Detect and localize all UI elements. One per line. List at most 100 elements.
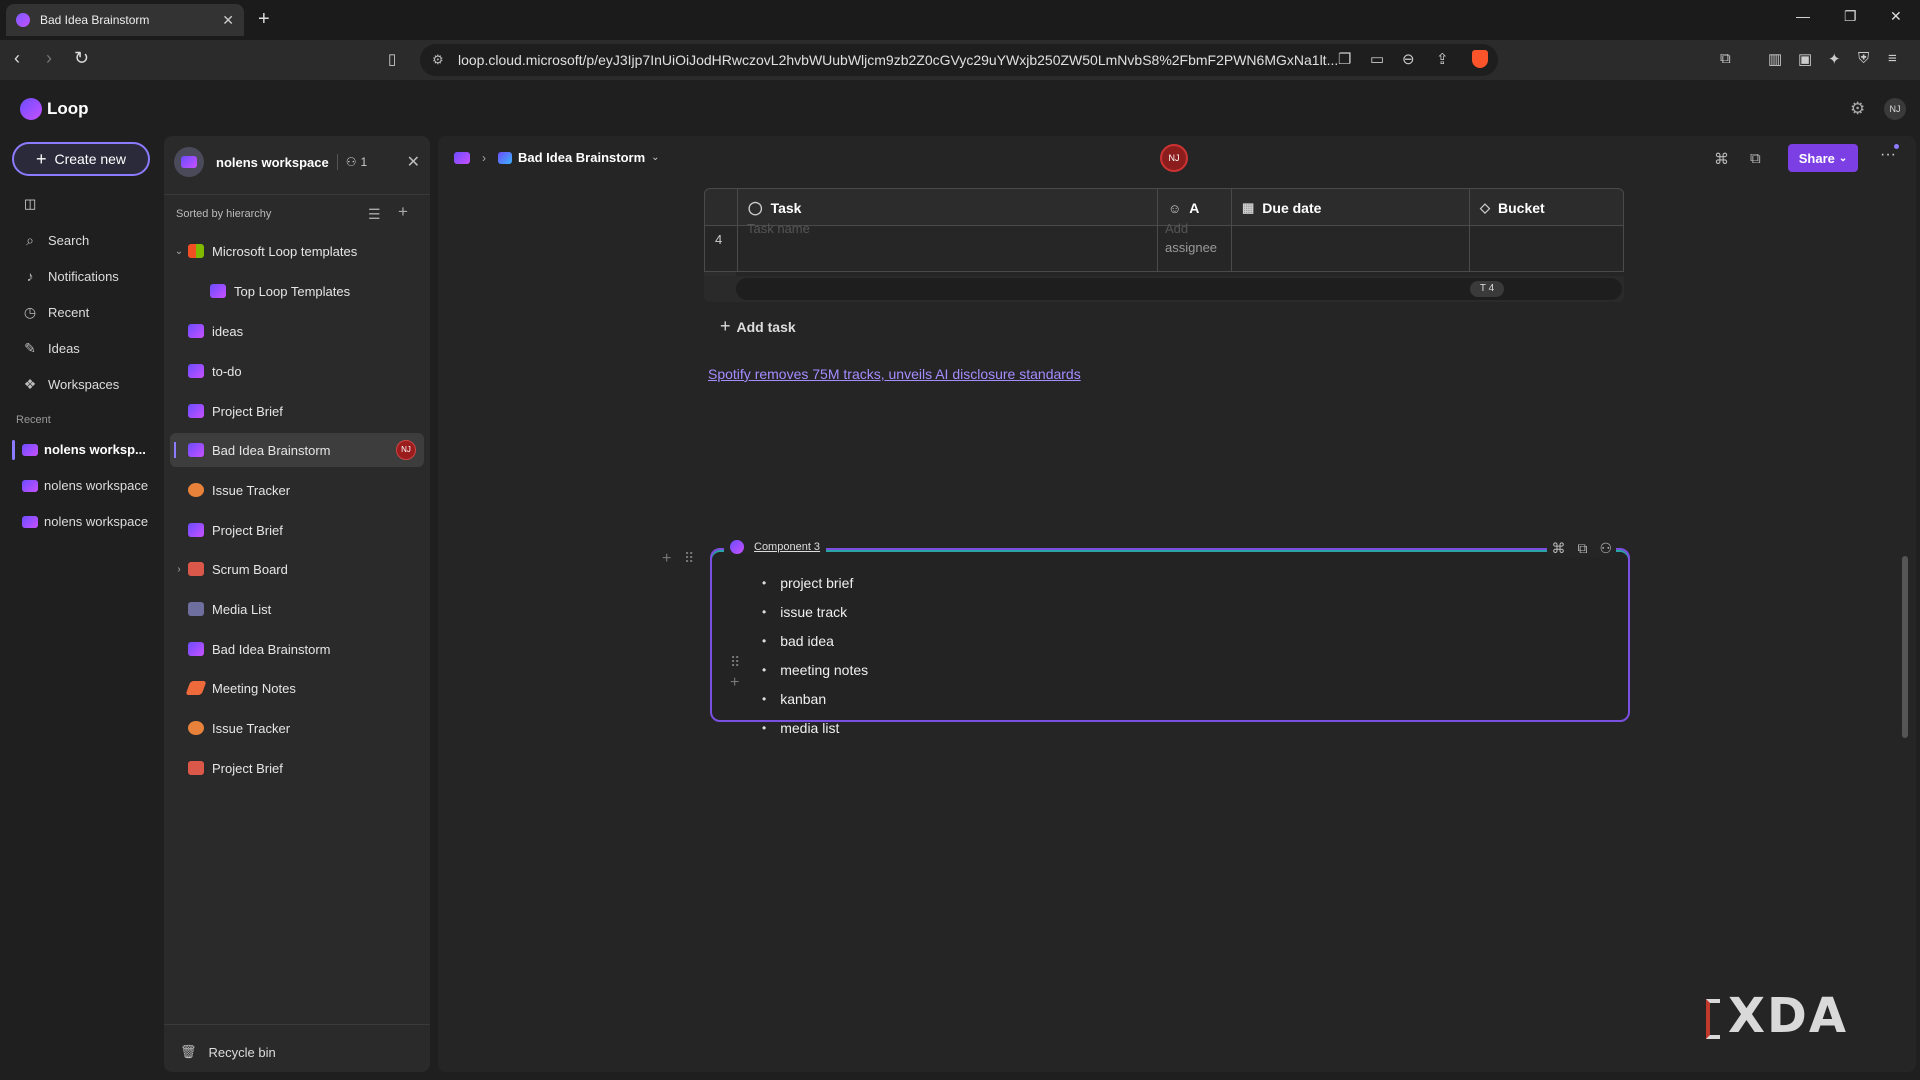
restore-icon[interactable]: ❐ <box>1844 8 1857 25</box>
create-new-button[interactable]: + Create new <box>12 142 150 176</box>
component-title[interactable]: Component 3 <box>724 540 827 554</box>
settings-gear-icon[interactable]: ⚙ <box>1850 99 1865 119</box>
collaborator-avatar[interactable]: NJ <box>1160 144 1188 172</box>
column-header-due-date[interactable]: ▦ Due date <box>1231 189 1469 227</box>
column-header-bucket[interactable]: ◇ Bucket <box>1469 189 1623 227</box>
zoom-icon[interactable]: ⊖ <box>1402 50 1415 68</box>
copy-link-icon[interactable]: ⧉ <box>1750 150 1761 167</box>
close-tab-icon[interactable]: ✕ <box>222 12 234 29</box>
workspace-name[interactable]: nolens workspace <box>216 155 329 170</box>
drag-handle-icon[interactable]: ⠿ <box>730 654 740 671</box>
list-item[interactable]: media list <box>762 713 868 742</box>
cast-icon[interactable]: ▭ <box>1370 50 1384 68</box>
chevron-down-icon[interactable]: ⌄ <box>170 246 188 257</box>
site-info-icon[interactable]: ⚙ <box>432 52 444 68</box>
recent-item[interactable]: nolens workspace <box>22 514 148 529</box>
forward-icon[interactable]: › <box>46 48 52 69</box>
user-avatar[interactable]: NJ <box>1884 98 1906 120</box>
close-window-icon[interactable]: ✕ <box>1890 8 1902 25</box>
tree-item[interactable]: Project Brief <box>170 394 424 428</box>
share-component-icon[interactable]: ⚇ <box>1599 540 1612 557</box>
app-name[interactable]: Loop <box>47 99 89 119</box>
share-page-icon[interactable]: ⇪ <box>1436 50 1449 68</box>
tree-item[interactable]: ⌄ Microsoft Loop templates <box>170 234 424 268</box>
add-block-icon[interactable]: + <box>662 550 671 568</box>
tree-item[interactable]: ideas <box>170 314 424 348</box>
browser-tab[interactable]: Bad Idea Brainstorm ✕ <box>6 4 244 36</box>
chevron-right-icon[interactable]: › <box>170 564 188 575</box>
assignee-add[interactable]: Add <box>1165 221 1188 236</box>
list-item[interactable]: issue track <box>762 597 868 626</box>
list-item[interactable]: meeting notes <box>762 655 868 684</box>
drag-handle-icon[interactable]: ⠿ <box>684 550 694 567</box>
tree-item[interactable]: Meeting Notes <box>170 671 424 705</box>
add-block-icon[interactable]: + <box>730 674 739 692</box>
more-options-icon[interactable]: ··· <box>1880 146 1896 164</box>
nav-item-workspaces[interactable]: ❖ Workspaces <box>22 376 120 393</box>
wallet-icon[interactable]: ▣ <box>1798 50 1812 68</box>
issue-tracker-icon <box>188 483 204 497</box>
recycle-bin-button[interactable]: 🗑 Recycle bin <box>180 1044 276 1060</box>
collapse-sidebar-icon[interactable]: ◫ <box>24 196 36 212</box>
vpn-icon[interactable]: ⛨ <box>1858 50 1869 67</box>
tree-item[interactable]: Top Loop Templates <box>192 274 424 308</box>
nav-item-notifications[interactable]: ♪ Notifications <box>22 268 119 284</box>
tree-item[interactable]: Media List <box>170 592 424 626</box>
list-item[interactable]: project brief <box>762 568 868 597</box>
column-divider <box>1157 226 1158 272</box>
task-name-placeholder[interactable]: Task name <box>747 221 810 236</box>
new-tab-button[interactable]: + <box>258 8 270 31</box>
tree-item-selected[interactable]: Bad Idea Brainstorm NJ <box>170 433 424 467</box>
tree-item[interactable]: to-do <box>170 354 424 388</box>
copy-component-icon[interactable]: ⧉ <box>1577 540 1587 557</box>
tree-item[interactable]: Project Brief <box>170 513 424 547</box>
article-link[interactable]: Spotify removes 75M tracks, unveils AI d… <box>708 366 1081 382</box>
scrollbar[interactable] <box>1902 556 1908 738</box>
tree-item[interactable]: Bad Idea Brainstorm <box>170 632 424 666</box>
workspace-icon[interactable] <box>454 151 470 164</box>
assignee-placeholder[interactable]: assignee <box>1165 240 1217 255</box>
nav-item-search[interactable]: ⌕ Search <box>22 232 89 249</box>
components-icon[interactable]: ⌘ <box>1714 150 1729 168</box>
page-title[interactable]: Bad Idea Brainstorm <box>518 150 645 165</box>
recent-item[interactable]: nolens workspace <box>22 478 148 493</box>
minimize-icon[interactable]: — <box>1796 8 1810 24</box>
close-panel-icon[interactable]: ✕ <box>407 152 420 172</box>
recent-item[interactable]: nolens worksp... <box>22 442 146 457</box>
sidebar-icon[interactable]: ▥ <box>1768 50 1782 68</box>
tree-item[interactable]: Project Brief <box>170 751 424 785</box>
brave-shield-icon[interactable] <box>1472 50 1488 68</box>
bell-icon: ♪ <box>26 268 34 284</box>
components-icon[interactable]: ⌘ <box>1551 540 1565 557</box>
address-bar[interactable]: ⚙ loop.cloud.microsoft/p/eyJ3Ijp7InUiOiJ… <box>420 44 1498 76</box>
nav-label: Recent <box>48 305 90 320</box>
add-page-icon[interactable]: + <box>398 202 408 222</box>
leo-ai-icon[interactable]: ✦ <box>1828 50 1841 68</box>
share-button[interactable]: Share ⌄ <box>1788 144 1858 172</box>
bookmark-icon[interactable]: ▯ <box>388 50 396 68</box>
chevron-down-icon[interactable]: ⌄ <box>651 152 659 163</box>
add-task-button[interactable]: + Add task <box>720 316 796 337</box>
filter-icon[interactable]: ☰ <box>368 206 381 223</box>
menu-icon[interactable]: ≡ <box>1888 50 1897 67</box>
copy-icon[interactable]: ❐ <box>1338 50 1351 68</box>
back-icon[interactable]: ‹ <box>14 48 20 69</box>
screenshot-icon[interactable]: ⧉ <box>1720 50 1731 67</box>
tree-item[interactable]: › Scrum Board <box>170 552 424 586</box>
loop-component[interactable]: Component 3 ⌘ ⧉ ⚇ ⠿ + project brief issu… <box>710 540 1630 736</box>
nav-item-ideas[interactable]: ✎ Ideas <box>22 340 80 357</box>
nav-label: Workspaces <box>48 377 120 392</box>
tree-item[interactable]: Issue Tracker <box>170 473 424 507</box>
page-icon <box>188 443 204 457</box>
tree-item[interactable]: Issue Tracker <box>170 711 424 745</box>
check-circle-icon: ◯ <box>748 200 763 215</box>
nav-item-recent[interactable]: ◷ Recent <box>22 304 89 321</box>
list-item[interactable]: kanban <box>762 684 868 713</box>
workspace-avatar[interactable] <box>174 147 204 177</box>
list-item[interactable]: bad idea <box>762 626 868 655</box>
members-icon[interactable]: ⚇ <box>346 155 357 169</box>
create-new-label: Create new <box>54 151 127 167</box>
table-row[interactable]: 4 Task name Add assignee <box>704 221 1624 272</box>
tree-item-label: Microsoft Loop templates <box>212 243 358 259</box>
reload-icon[interactable]: ↻ <box>74 48 89 69</box>
